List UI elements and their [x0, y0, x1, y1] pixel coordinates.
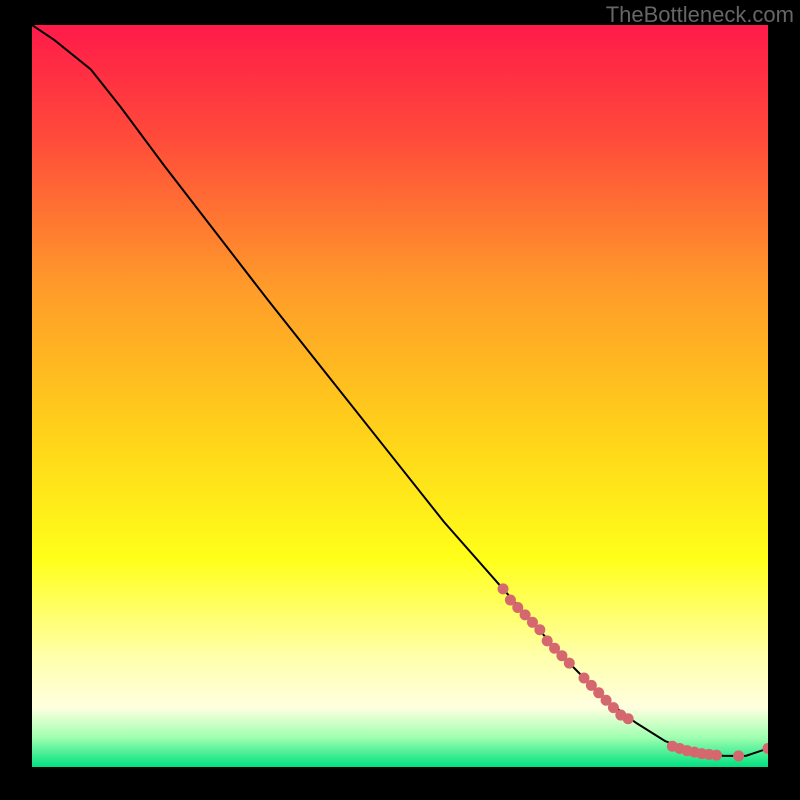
data-point — [733, 750, 744, 761]
chart-svg — [32, 25, 768, 767]
data-point — [623, 713, 634, 724]
data-point — [564, 658, 575, 669]
chart-container: TheBottleneck.com — [0, 0, 800, 800]
data-point — [711, 750, 722, 761]
watermark-text: TheBottleneck.com — [606, 2, 794, 28]
plot-area — [32, 25, 768, 767]
data-point — [534, 624, 545, 635]
data-point — [498, 583, 509, 594]
